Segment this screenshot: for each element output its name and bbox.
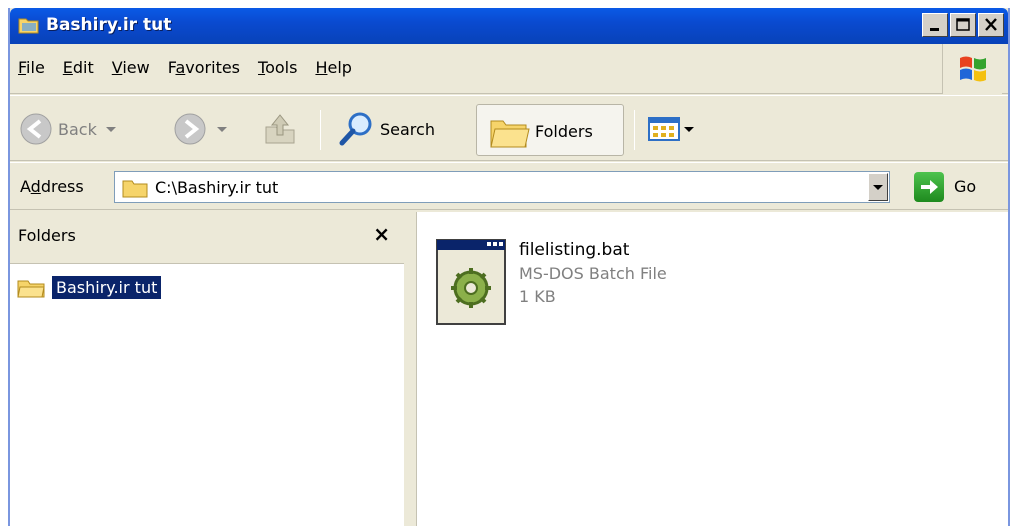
close-icon[interactable]: × (373, 222, 390, 246)
minimize-button[interactable] (922, 13, 948, 37)
folders-pane-header: Folders × (10, 212, 404, 264)
views-icon (648, 117, 680, 141)
chevron-down-icon (684, 127, 694, 132)
forward-button[interactable] (172, 105, 230, 153)
search-button[interactable]: Search (336, 105, 435, 153)
file-type: MS-DOS Batch File (519, 264, 667, 283)
file-name: filelisting.bat (519, 240, 630, 260)
file-list: filelisting.bat MS-DOS Batch File 1 KB (416, 212, 1008, 526)
title-bar[interactable]: Bashiry.ir tut (10, 8, 1008, 44)
window-title: Bashiry.ir tut (46, 15, 172, 35)
go-button[interactable] (914, 172, 944, 202)
back-button[interactable]: Back (18, 105, 119, 153)
address-value: C:\Bashiry.ir tut (155, 178, 279, 197)
tree-item[interactable]: Bashiry.ir tut (16, 276, 162, 299)
folders-pane-title: Folders (18, 226, 76, 245)
folders-button[interactable]: Folders (476, 104, 624, 156)
menu-edit[interactable]: Edit (63, 58, 94, 77)
folders-icon (490, 120, 530, 148)
address-dropdown[interactable] (868, 173, 888, 201)
folder-icon (17, 280, 45, 297)
toolbar-separator (320, 110, 321, 150)
maximize-button[interactable] (950, 13, 976, 37)
up-folder-icon (265, 114, 295, 144)
folder-icon (18, 18, 39, 34)
go-label[interactable]: Go (954, 177, 976, 196)
views-button[interactable] (646, 105, 696, 153)
go-arrow-icon (921, 180, 938, 194)
address-bar: Address C:\Bashiry.ir tut Go (10, 162, 1008, 210)
menu-bar: File Edit View Favorites Tools Help (10, 44, 1008, 94)
menu-view[interactable]: View (112, 58, 150, 77)
menu-tools[interactable]: Tools (258, 58, 297, 77)
toolbar: Back Search Folders (10, 95, 1008, 161)
windows-logo (942, 44, 1002, 94)
tree-item-label: Bashiry.ir tut (52, 276, 162, 299)
back-arrow-icon (20, 113, 52, 145)
file-size: 1 KB (519, 287, 556, 306)
forward-arrow-icon (174, 113, 206, 145)
explorer-window: Bashiry.ir tut File Edit View Favorites … (8, 8, 1010, 526)
chevron-down-icon (873, 185, 883, 190)
toolbar-separator (634, 110, 635, 150)
menu-file[interactable]: File (18, 58, 45, 77)
windows-flag-icon (960, 56, 986, 82)
search-icon (339, 112, 372, 146)
folders-pane: Folders × Bashiry.ir tut (10, 212, 410, 526)
folder-icon (122, 180, 148, 198)
batch-file-icon (436, 239, 506, 325)
address-input[interactable]: C:\Bashiry.ir tut (114, 171, 890, 203)
close-button[interactable] (978, 13, 1004, 37)
close-icon (985, 18, 997, 31)
up-folder-button[interactable] (260, 105, 300, 153)
maximize-icon (956, 18, 970, 31)
folders-label: Folders (535, 121, 593, 141)
address-label: Address (20, 177, 84, 196)
back-label: Back (58, 119, 97, 139)
chevron-down-icon (217, 127, 227, 132)
menu-help[interactable]: Help (315, 58, 351, 77)
search-label: Search (380, 119, 435, 139)
chevron-down-icon (105, 127, 116, 132)
minimize-icon (930, 28, 939, 31)
menu-favorites[interactable]: Favorites (168, 58, 240, 77)
